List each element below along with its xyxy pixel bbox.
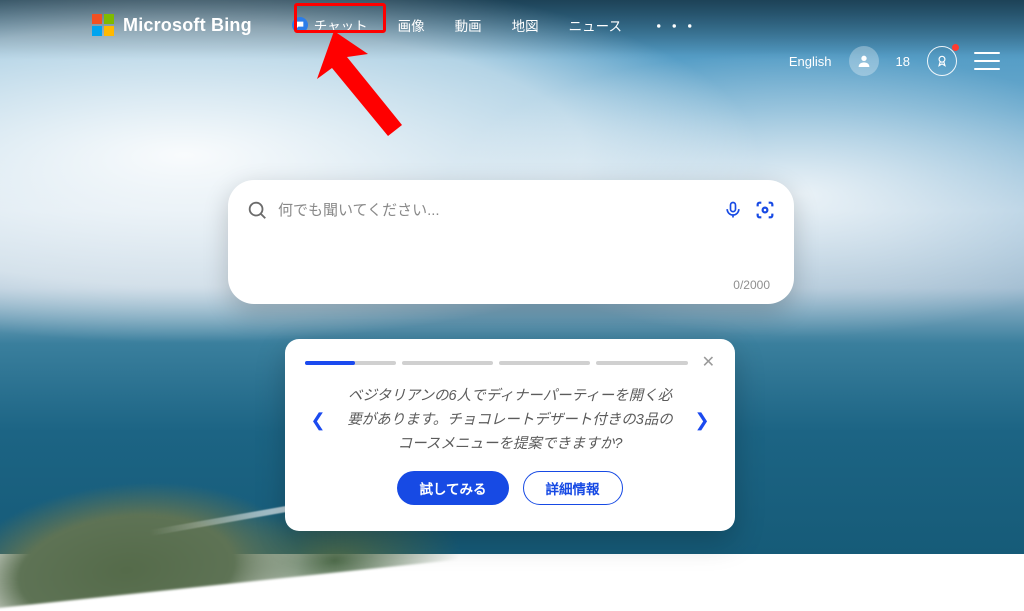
brand-logo-group[interactable]: Microsoft Bing	[92, 14, 252, 36]
nav-chat-label: チャット	[314, 15, 368, 35]
header-right-controls: English 18	[789, 46, 1000, 76]
microphone-icon[interactable]	[722, 199, 744, 221]
card-progress: ✕	[305, 355, 715, 371]
nav-maps[interactable]: 地図	[510, 11, 541, 39]
close-card-button[interactable]: ✕	[702, 355, 715, 371]
try-it-button[interactable]: 試してみる	[397, 471, 508, 505]
progress-segment	[499, 361, 590, 365]
prev-suggestion-button[interactable]: ❮	[305, 410, 331, 431]
microsoft-logo-icon	[92, 14, 114, 36]
suggestion-prompt-text: ベジタリアンの6人でディナーパーティーを開く必要があります。チョコレートデザート…	[331, 385, 689, 457]
search-icon	[246, 199, 268, 221]
top-nav: チャット 画像 動画 地図 ニュース ・・・	[290, 11, 701, 39]
progress-segment	[402, 361, 493, 365]
search-input[interactable]	[278, 202, 712, 219]
nav-chat[interactable]: チャット	[290, 11, 370, 39]
header-bar: Microsoft Bing チャット 画像 動画 地図 ニュース ・・・	[0, 0, 1024, 50]
nav-more[interactable]: ・・・	[650, 11, 701, 39]
suggestion-card: ✕ ❮ ベジタリアンの6人でディナーパーティーを開く必要があります。チョコレート…	[285, 339, 735, 531]
brand-name: Microsoft Bing	[123, 15, 252, 36]
image-search-icon[interactable]	[754, 199, 776, 221]
progress-segment	[596, 361, 687, 365]
medal-icon	[935, 54, 949, 68]
nav-videos[interactable]: 動画	[453, 11, 484, 39]
account-avatar[interactable]	[849, 46, 879, 76]
chat-icon	[292, 17, 308, 33]
progress-segment	[305, 361, 396, 365]
search-box: 0/2000	[228, 180, 794, 304]
menu-button[interactable]	[974, 52, 1000, 70]
next-suggestion-button[interactable]: ❯	[689, 410, 715, 431]
char-counter: 0/2000	[733, 278, 770, 292]
learn-more-button[interactable]: 詳細情報	[523, 471, 623, 505]
nav-news[interactable]: ニュース	[567, 11, 624, 39]
rewards-points[interactable]: 18	[896, 54, 910, 69]
rewards-medal-button[interactable]	[927, 46, 957, 76]
nav-images[interactable]: 画像	[396, 11, 427, 39]
person-icon	[856, 53, 872, 69]
language-switcher[interactable]: English	[789, 54, 832, 69]
